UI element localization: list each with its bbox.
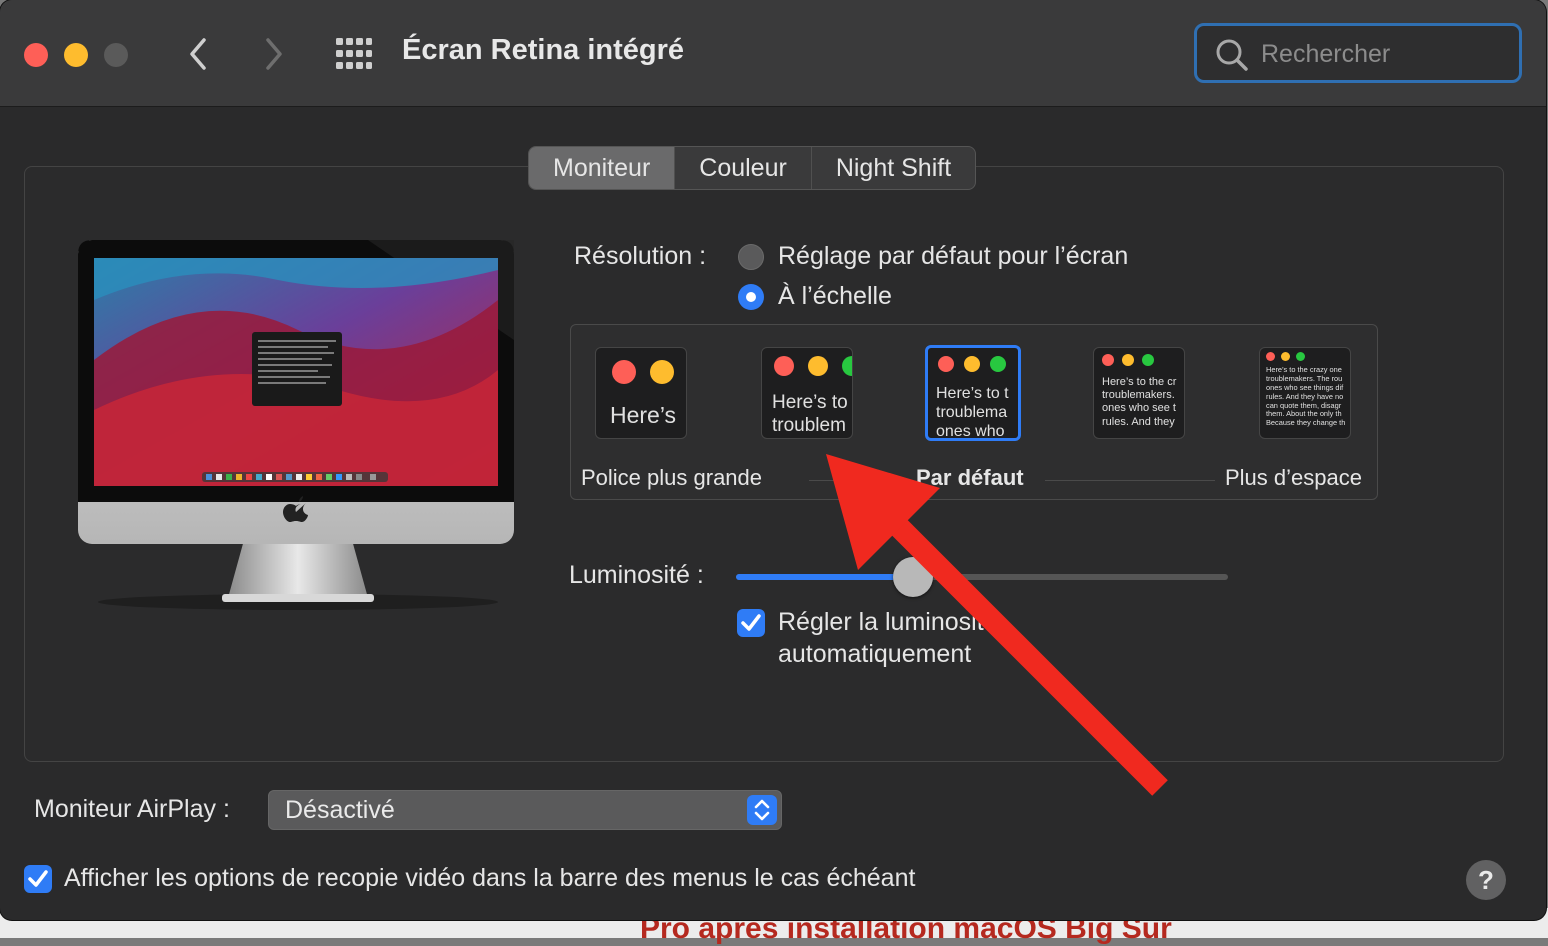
red-dot-icon — [612, 360, 636, 384]
airplay-popup-value: Désactivé — [285, 796, 395, 824]
search-field[interactable] — [1194, 23, 1522, 83]
red-dot-icon — [1266, 352, 1275, 361]
scale-option-sample-text: Here’s — [610, 402, 677, 428]
window-title: Écran Retina intégré — [402, 34, 685, 66]
green-dot-icon — [990, 356, 1006, 372]
scale-option-sample-text: Here’s to t troublema ones who — [936, 385, 1009, 441]
scale-divider — [809, 480, 909, 481]
resolution-label: Résolution : — [574, 242, 707, 270]
scaled-resolution-label[interactable]: À l’échelle — [778, 282, 892, 311]
airplay-popup[interactable]: Désactivé — [268, 790, 782, 830]
auto-brightness-checkbox[interactable] — [737, 609, 765, 637]
brightness-slider-knob[interactable] — [893, 557, 934, 597]
checkmark-icon — [28, 870, 48, 887]
tab-night-shift[interactable]: Night Shift — [812, 147, 975, 189]
red-dot-icon — [774, 356, 794, 376]
back-button[interactable] — [184, 36, 214, 72]
radio-default-resolution[interactable] — [738, 244, 764, 270]
green-dot-icon — [1142, 354, 1154, 366]
scale-divider — [1045, 480, 1215, 481]
brightness-label: Luminosité : — [569, 561, 704, 589]
show-all-grid-icon[interactable] — [336, 38, 372, 70]
yellow-dot-icon — [1122, 354, 1134, 366]
scale-option-sample-text: Here’s to troublem — [772, 392, 848, 436]
search-icon — [1216, 39, 1248, 71]
auto-brightness-label-line1[interactable]: Régler la luminosité — [778, 608, 998, 637]
brightness-slider[interactable] — [736, 557, 1228, 597]
scale-caption-more-space: Plus d’espace — [1225, 465, 1362, 490]
airplay-label: Moniteur AirPlay : — [34, 795, 230, 823]
scale-caption-default: Par défaut — [916, 465, 1024, 490]
yellow-dot-icon — [1281, 352, 1290, 361]
mirroring-options-checkbox[interactable] — [24, 865, 52, 893]
scale-option-larger-text[interactable]: Here’s — [595, 347, 687, 439]
tab-moniteur[interactable]: Moniteur — [529, 147, 676, 189]
scale-caption-larger-text: Police plus grande — [581, 465, 763, 490]
up-down-chevron-icon — [747, 795, 777, 825]
scale-option-4[interactable]: Here’s to the cr troublemakers. ones who… — [1093, 347, 1185, 439]
radio-scaled-resolution[interactable] — [738, 284, 764, 310]
zoom-button[interactable] — [104, 43, 128, 67]
checkmark-icon — [741, 614, 761, 631]
help-button[interactable]: ? — [1466, 860, 1506, 900]
scale-option-2[interactable]: Here’s to troublem — [761, 347, 853, 439]
scale-option-default[interactable]: Here’s to t troublema ones who — [925, 345, 1021, 441]
chevron-left-icon — [190, 38, 206, 70]
forward-button[interactable] — [258, 36, 288, 72]
chevron-right-icon — [266, 38, 282, 70]
green-dot-icon — [1296, 352, 1305, 361]
yellow-dot-icon — [964, 356, 980, 372]
system-preferences-window: Écran Retina intégré Moniteur Couleur Ni… — [0, 0, 1546, 920]
mirroring-options-label[interactable]: Afficher les options de recopie vidéo da… — [64, 864, 915, 893]
scale-option-more-space[interactable]: Here’s to the crazy one troublemakers. T… — [1259, 347, 1351, 439]
green-dot-icon — [842, 356, 852, 376]
brightness-slider-fill — [736, 574, 914, 580]
yellow-dot-icon — [650, 360, 674, 384]
red-dot-icon — [1102, 354, 1114, 366]
red-dot-icon — [938, 356, 954, 372]
scale-option-sample-text: Here’s to the cr troublemakers. ones who… — [1102, 376, 1177, 428]
tab-couleur[interactable]: Couleur — [675, 147, 812, 189]
auto-brightness-label-line2[interactable]: automatiquement — [778, 640, 971, 669]
scale-options-box: Here’s Here’s to troublem Here’s to t tr… — [570, 324, 1378, 500]
close-button[interactable] — [24, 43, 48, 67]
yellow-dot-icon — [808, 356, 828, 376]
default-resolution-label[interactable]: Réglage par défaut pour l’écran — [778, 242, 1128, 271]
search-input[interactable] — [1259, 36, 1503, 72]
scale-option-sample-text: Here’s to the crazy one troublemakers. T… — [1266, 365, 1346, 428]
imac-illustration — [78, 240, 518, 615]
tab-bar: Moniteur Couleur Night Shift — [528, 146, 977, 190]
titlebar: Écran Retina intégré — [0, 0, 1546, 107]
minimize-button[interactable] — [64, 43, 88, 67]
